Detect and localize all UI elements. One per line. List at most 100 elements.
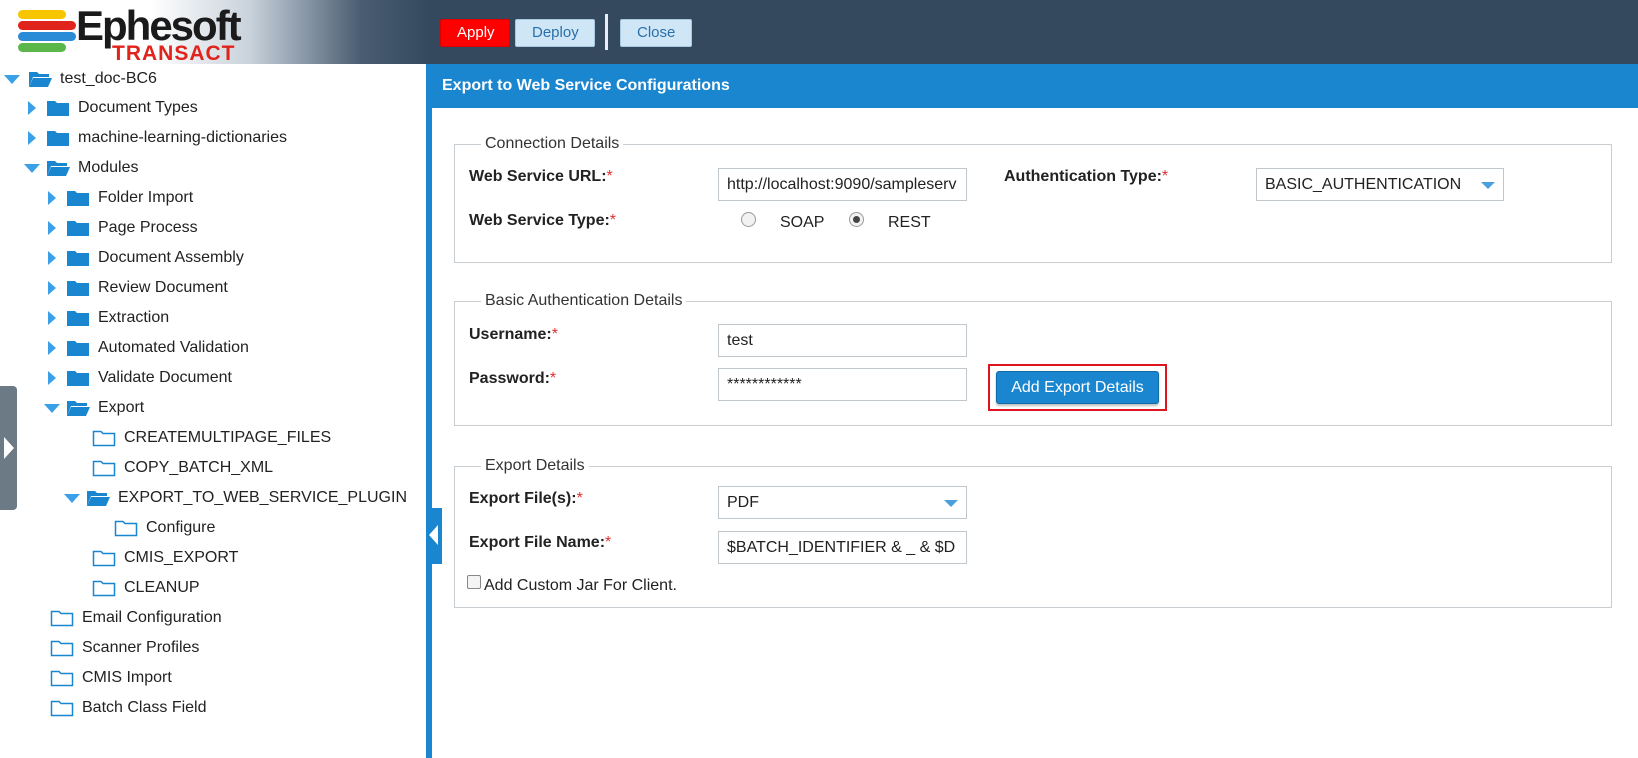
tree-item-export[interactable]: Export [44,394,144,422]
tree-item-extraction[interactable]: Extraction [44,304,169,332]
tree-item-cleanup[interactable]: CLEANUP [70,574,200,602]
tree-label: Review Document [98,279,228,296]
tree-item-batch-class-field[interactable]: Batch Class Field [28,694,207,722]
export-file-name-label: Export File Name:* [469,534,612,551]
tree-item-review-document[interactable]: Review Document [44,274,228,302]
ephesoft-logo: Ephesoft TRANSACT [18,2,248,65]
folder-icon [66,219,90,237]
tree-item-createmultipage-files[interactable]: CREATEMULTIPAGE_FILES [70,424,331,452]
folder-outline-icon [92,549,116,567]
tree-item-export-to-web-service-plugin[interactable]: EXPORT_TO_WEB_SERVICE_PLUGIN [64,484,407,512]
expanded-caret-icon[interactable] [24,160,40,176]
tree-label: test_doc-BC6 [60,70,157,87]
password-label: Password:* [469,370,557,387]
collapsed-caret-icon[interactable] [44,310,60,326]
authentication-type-select[interactable]: BASIC_AUTHENTICATION [1256,168,1504,201]
tree-label: Page Process [98,219,198,236]
tree-label: COPY_BATCH_XML [124,459,274,476]
tree-item-cmis-export[interactable]: CMIS_EXPORT [70,544,238,572]
collapsed-caret-icon[interactable] [44,370,60,386]
folder-open-icon [66,399,90,417]
chevron-down-icon [944,500,958,507]
tree-label: Configure [146,519,216,536]
tree-item-scanner-profiles[interactable]: Scanner Profiles [28,634,199,662]
tree-label: Automated Validation [98,339,249,356]
toolbar-separator [605,14,608,50]
tree-root[interactable]: test_doc-BC6 [4,65,157,93]
close-button[interactable]: Close [620,19,692,47]
collapsed-caret-icon[interactable] [44,250,60,266]
folder-icon [66,189,90,207]
expand-side-panel-button[interactable] [0,386,17,510]
folder-icon [66,309,90,327]
folder-open-icon [28,70,52,88]
tree-item-folder-import[interactable]: Folder Import [44,184,193,212]
tree-item-automated-validation[interactable]: Automated Validation [44,334,249,362]
custom-jar-checkbox[interactable] [467,575,481,589]
tree-item-modules[interactable]: Modules [24,154,138,182]
logo-bar-red [18,21,76,30]
apply-button[interactable]: Apply [440,19,510,47]
tree-label: Scanner Profiles [82,639,200,656]
expanded-caret-icon[interactable] [44,400,60,416]
password-input[interactable]: ************ [718,368,967,401]
folder-outline-icon [50,609,74,627]
add-export-details-button[interactable]: Add Export Details [996,371,1159,404]
folder-outline-icon [92,579,116,597]
username-label: Username:* [469,326,558,343]
collapsed-caret-icon[interactable] [24,130,40,146]
rest-radio-label: REST [888,214,931,231]
username-input[interactable]: test [718,324,967,357]
collapsed-caret-icon[interactable] [44,340,60,356]
collapsed-caret-icon[interactable] [24,100,40,116]
tree-label: Document Types [78,99,198,116]
deploy-button[interactable]: Deploy [515,19,595,47]
tree-item-document-assembly[interactable]: Document Assembly [44,244,244,272]
web-service-url-input[interactable]: http://localhost:9090/sampleserv [718,168,967,201]
export-file-name-input[interactable]: $BATCH_IDENTIFIER & _ & $D [718,531,967,564]
tree-item-copy-batch-xml[interactable]: COPY_BATCH_XML [70,454,273,482]
panel-divider[interactable] [426,64,432,758]
folder-open-icon [46,159,70,177]
tree-label: Modules [78,159,139,176]
export-files-select[interactable]: PDF [718,486,967,519]
tree-item-email-configuration[interactable]: Email Configuration [28,604,222,632]
group-legend: Connection Details [485,135,620,152]
tree-label: Document Assembly [98,249,244,266]
folder-outline-icon [92,429,116,447]
soap-radio[interactable] [741,212,756,227]
tree-label: machine-learning-dictionaries [78,129,287,146]
tree-label: Validate Document [98,369,232,386]
tree-item-validate-document[interactable]: Validate Document [44,364,232,392]
rest-radio[interactable] [849,212,864,227]
expanded-caret-icon[interactable] [64,490,80,506]
collapsed-caret-icon[interactable] [44,280,60,296]
folder-icon [66,339,90,357]
tree-label: Batch Class Field [82,699,207,716]
folder-outline-icon [50,669,74,687]
tree-item-ml-dictionaries[interactable]: machine-learning-dictionaries [24,124,287,152]
tree-item-configure[interactable]: Configure [92,514,215,542]
logo-bar-yellow [18,10,66,19]
tree-item-page-process[interactable]: Page Process [44,214,198,242]
tree-item-cmis-import[interactable]: CMIS Import [28,664,172,692]
tree-item-document-types[interactable]: Document Types [24,94,198,122]
tree-label: Folder Import [98,189,194,206]
collapse-tree-button[interactable] [426,508,442,564]
chevron-down-icon [1481,182,1495,189]
collapsed-caret-icon[interactable] [44,220,60,236]
brand-sub: TRANSACT [112,42,236,65]
custom-jar-label: Add Custom Jar For Client. [484,577,677,594]
folder-icon [66,279,90,297]
panel-title: Export to Web Service Configurations [432,64,1638,108]
top-toolbar: Ephesoft TRANSACT Apply Deploy Close [0,0,1638,65]
folder-icon [66,249,90,267]
logo-bar-green [18,43,66,52]
expanded-caret-icon[interactable] [4,71,20,87]
web-service-url-label: Web Service URL:* [469,168,613,185]
soap-radio-label: SOAP [780,214,825,231]
logo-bar-blue [18,32,76,41]
folder-open-icon [86,489,110,507]
tree-label: CREATEMULTIPAGE_FILES [124,429,332,446]
collapsed-caret-icon[interactable] [44,190,60,206]
